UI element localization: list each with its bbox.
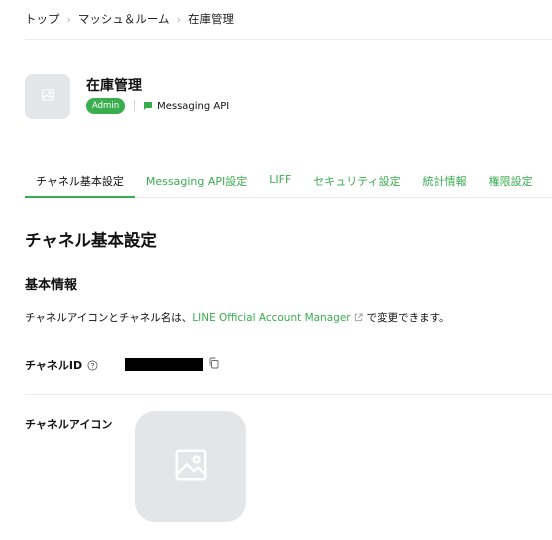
header-divider bbox=[25, 39, 552, 40]
role-badge: Admin bbox=[86, 98, 126, 114]
external-link-icon[interactable] bbox=[354, 313, 363, 322]
tab-statistics[interactable]: 統計情報 bbox=[412, 166, 478, 197]
breadcrumb: トップ › マッシュ＆ルーム › 在庫管理 bbox=[25, 11, 234, 27]
channel-thumbnail bbox=[25, 74, 70, 119]
tab-permission-settings[interactable]: 権限設定 bbox=[478, 166, 544, 197]
image-placeholder-icon bbox=[172, 446, 210, 488]
tab-liff[interactable]: LIFF bbox=[258, 166, 302, 197]
tab-basic-settings[interactable]: チャネル基本設定 bbox=[25, 166, 135, 198]
tab-security-settings[interactable]: セキュリティ設定 bbox=[302, 166, 411, 197]
page-title: チャネル基本設定 bbox=[25, 231, 157, 250]
help-icon[interactable] bbox=[87, 360, 98, 371]
channel-meta: Admin Messaging API bbox=[86, 98, 229, 114]
oam-link[interactable]: LINE Official Account Manager bbox=[192, 312, 350, 324]
breadcrumb-separator: › bbox=[66, 12, 71, 26]
channel-id-row-label: チャネルID bbox=[25, 357, 98, 373]
image-placeholder-icon bbox=[41, 87, 55, 106]
breadcrumb-current: 在庫管理 bbox=[187, 12, 234, 26]
channel-name: 在庫管理 bbox=[86, 78, 142, 94]
description-prefix: チャネルアイコンとチャネル名は、 bbox=[25, 312, 193, 324]
channel-icon-image bbox=[135, 411, 246, 522]
tab-messaging-api-settings[interactable]: Messaging API設定 bbox=[135, 166, 258, 197]
breadcrumb-provider[interactable]: マッシュ＆ルーム bbox=[78, 11, 170, 27]
channel-id-label: チャネルID bbox=[25, 359, 83, 372]
channel-icon-row-label: チャネルアイコン bbox=[25, 416, 112, 432]
settings-tabs: チャネル基本設定 Messaging API設定 LIFF セキュリティ設定 統… bbox=[25, 166, 552, 198]
section-title: 基本情報 bbox=[25, 278, 78, 293]
channel-type-label: Messaging API bbox=[157, 100, 230, 112]
description-text: チャネルアイコンとチャネル名は、 LINE Official Account M… bbox=[25, 310, 450, 325]
breadcrumb-separator: › bbox=[176, 12, 181, 26]
meta-divider bbox=[134, 100, 136, 112]
breadcrumb-top[interactable]: トップ bbox=[25, 11, 60, 27]
message-flag-icon bbox=[143, 101, 153, 111]
copy-icon[interactable] bbox=[208, 357, 220, 369]
row-divider bbox=[25, 394, 552, 395]
channel-icon-label: チャネルアイコン bbox=[25, 418, 113, 431]
description-suffix: で変更できます。 bbox=[366, 312, 450, 324]
channel-id-value-redacted bbox=[125, 358, 203, 371]
